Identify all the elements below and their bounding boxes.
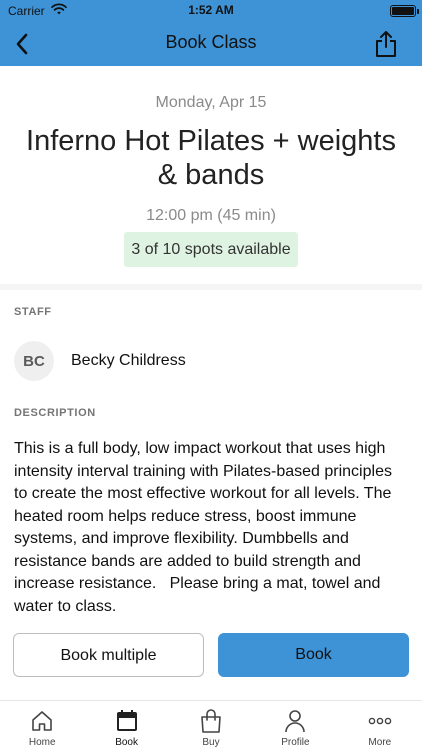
status-time: 1:52 AM xyxy=(188,3,234,17)
staff-section-label: STAFF xyxy=(14,306,52,318)
book-button[interactable]: Book xyxy=(218,633,409,677)
book-multiple-button[interactable]: Book multiple xyxy=(13,633,204,677)
back-button[interactable] xyxy=(8,30,36,58)
status-bar: Carrier 1:52 AM xyxy=(0,0,422,22)
home-icon xyxy=(29,708,55,734)
tab-more-label: More xyxy=(368,737,392,748)
tab-bar: Home Book Buy Profile More xyxy=(0,700,422,750)
calendar-icon xyxy=(114,708,140,734)
tab-book[interactable]: Book xyxy=(84,701,168,750)
battery-icon xyxy=(390,5,419,17)
tab-profile-label: Profile xyxy=(281,737,310,748)
tab-more[interactable]: More xyxy=(338,701,422,750)
class-time: 12:00 pm (45 min) xyxy=(146,207,276,224)
avatar: BC xyxy=(14,341,54,381)
page-title: Book Class xyxy=(165,32,257,52)
description-section-label: DESCRIPTION xyxy=(14,407,96,419)
chevron-left-icon xyxy=(16,33,28,55)
spots-available-badge: 3 of 10 spots available xyxy=(124,232,298,267)
class-description: This is a full body, low impact workout … xyxy=(14,440,397,615)
tab-book-label: Book xyxy=(115,737,138,748)
share-icon xyxy=(376,31,396,57)
more-dots-icon xyxy=(367,708,393,734)
tab-profile[interactable]: Profile xyxy=(253,701,337,750)
share-button[interactable] xyxy=(370,28,402,60)
class-date: Monday, Apr 15 xyxy=(155,94,267,111)
tab-home-label: Home xyxy=(28,737,56,748)
book-class-screen: Carrier 1:52 AM Book Class Monday, Apr 1… xyxy=(0,0,422,750)
tab-buy-label: Buy xyxy=(202,737,220,748)
top-bar: Carrier 1:52 AM Book Class xyxy=(0,0,422,66)
class-name: Inferno Hot Pilates + weights & bands xyxy=(26,125,396,191)
section-divider xyxy=(0,284,422,290)
staff-row[interactable]: BC Becky Childress xyxy=(14,340,186,382)
tab-buy[interactable]: Buy xyxy=(169,701,253,750)
tab-home[interactable]: Home xyxy=(0,701,84,750)
shopping-bag-icon xyxy=(198,708,224,734)
staff-name: Becky Childress xyxy=(71,352,186,369)
nav-bar: Book Class xyxy=(0,22,422,66)
class-summary: Monday, Apr 15 Inferno Hot Pilates + wei… xyxy=(0,66,422,284)
person-icon xyxy=(282,708,308,734)
